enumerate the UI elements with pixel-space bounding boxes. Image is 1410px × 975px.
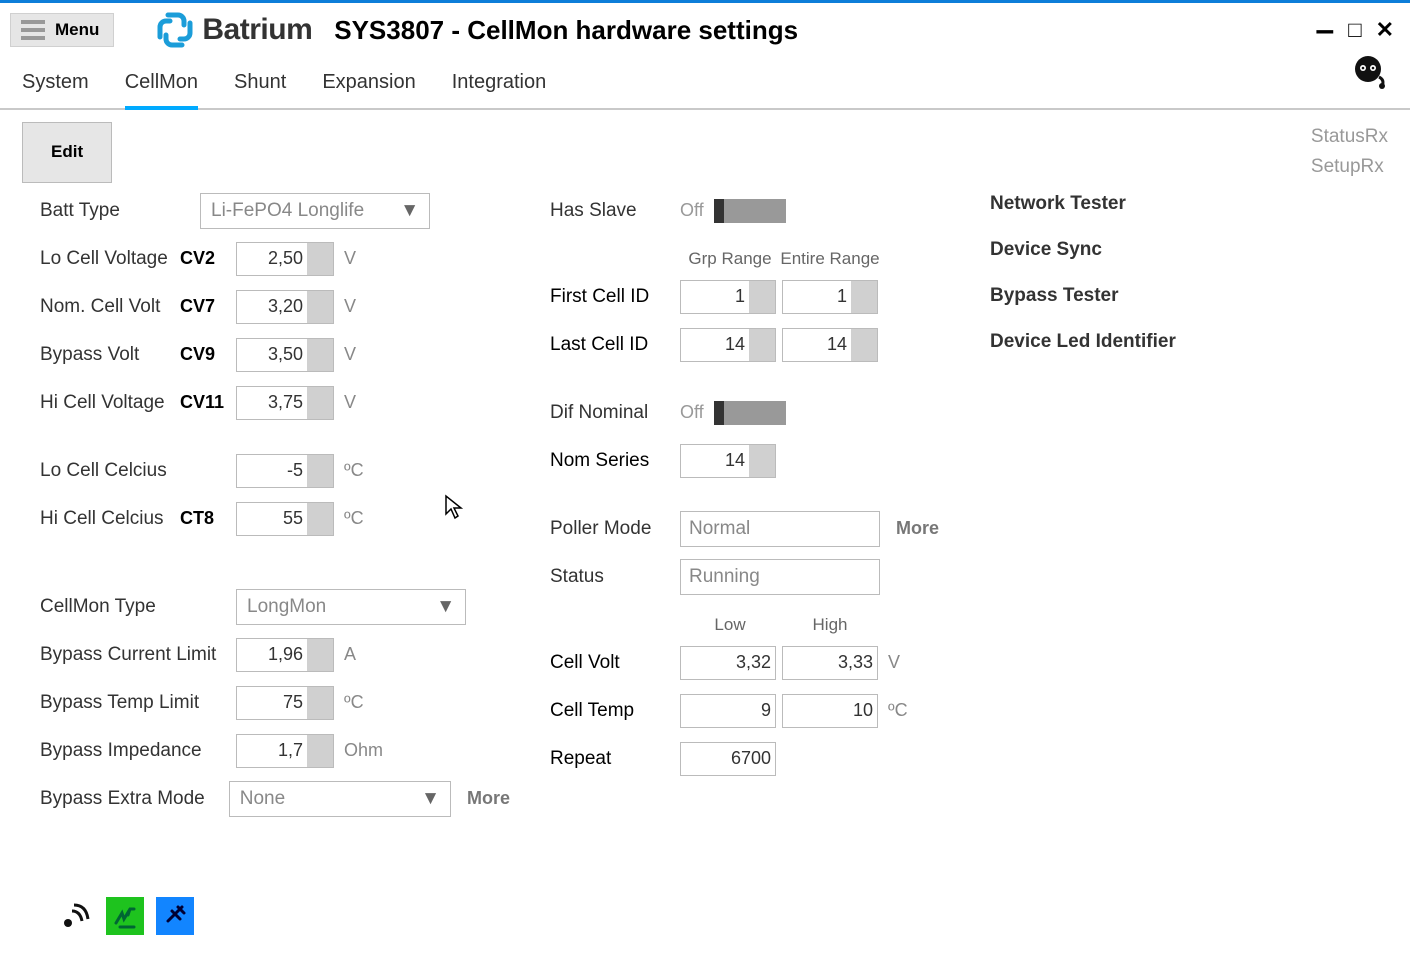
lo-cell-celcius-input[interactable]: -5 <box>236 454 334 488</box>
low-header: Low <box>680 615 780 635</box>
menu-label: Menu <box>55 20 99 40</box>
entire-range-header: Entire Range <box>780 249 880 269</box>
first-cell-id-label: First Cell ID <box>550 286 680 308</box>
status-label: Status <box>550 566 680 588</box>
hi-cell-celcius-code: CT8 <box>180 508 236 529</box>
network-tester-link[interactable]: Network Tester <box>990 193 1290 215</box>
nom-series-label: Nom Series <box>550 450 680 472</box>
poller-mode-label: Poller Mode <box>550 518 680 540</box>
statusrx-link[interactable]: StatusRx <box>1311 122 1388 152</box>
status-bar-icons <box>56 897 194 935</box>
minimize-icon[interactable]: – <box>1315 25 1334 35</box>
tab-expansion[interactable]: Expansion <box>322 71 415 108</box>
last-cell-id-grp-input[interactable]: 14 <box>680 328 776 362</box>
close-icon[interactable]: ✕ <box>1376 17 1394 43</box>
nom-cell-volt-input[interactable]: 3,20 <box>236 290 334 324</box>
tab-system[interactable]: System <box>22 71 89 108</box>
tab-integration[interactable]: Integration <box>452 71 547 108</box>
batt-type-value: Li-FePO4 Longlife <box>211 200 364 222</box>
lo-cell-voltage-label: Lo Cell Voltage <box>40 248 180 270</box>
edit-button[interactable]: Edit <box>22 122 112 183</box>
chevron-down-icon: ▼ <box>421 788 440 810</box>
bypass-impedance-input[interactable]: 1,7 <box>236 734 334 768</box>
cell-temp-low: 9 <box>680 694 776 728</box>
poller-mode-display[interactable]: Normal <box>680 511 880 547</box>
batt-type-dropdown[interactable]: Li-FePO4 Longlife ▼ <box>200 193 430 229</box>
volt-unit: V <box>344 248 356 269</box>
menu-button[interactable]: Menu <box>10 13 114 47</box>
cursor-icon <box>444 494 464 520</box>
brand-logo: Batrium <box>154 9 312 51</box>
bypass-extra-more-link[interactable]: More <box>467 788 510 809</box>
has-slave-toggle[interactable] <box>714 199 786 223</box>
repeat-label: Repeat <box>550 748 680 770</box>
has-slave-off: Off <box>680 200 704 221</box>
hi-cell-voltage-code: CV11 <box>180 392 236 413</box>
page-title: SYS3807 - CellMon hardware settings <box>334 15 798 46</box>
nom-cell-volt-code: CV7 <box>180 296 236 317</box>
bypass-impedance-label: Bypass Impedance <box>40 740 236 762</box>
cellmon-type-dropdown[interactable]: LongMon ▼ <box>236 589 466 625</box>
tab-cellmon[interactable]: CellMon <box>125 71 198 110</box>
maximize-icon[interactable]: □ <box>1348 17 1361 43</box>
setuprx-link[interactable]: SetupRx <box>1311 152 1388 182</box>
repeat-value: 6700 <box>680 742 776 776</box>
has-slave-label: Has Slave <box>550 200 680 222</box>
cellmon-type-label: CellMon Type <box>40 596 236 618</box>
lo-cell-voltage-code: CV2 <box>180 248 236 269</box>
bypass-temp-limit-label: Bypass Temp Limit <box>40 692 236 714</box>
tab-shunt[interactable]: Shunt <box>234 71 286 108</box>
hi-cell-voltage-label: Hi Cell Voltage <box>40 392 180 414</box>
cell-volt-label: Cell Volt <box>550 652 680 674</box>
lo-cell-celcius-label: Lo Cell Celcius <box>40 460 180 482</box>
device-sync-link[interactable]: Device Sync <box>990 239 1290 261</box>
grp-range-header: Grp Range <box>680 249 780 269</box>
hi-cell-celcius-label: Hi Cell Celcius <box>40 508 180 530</box>
dif-nominal-off: Off <box>680 402 704 423</box>
chevron-down-icon: ▼ <box>436 596 455 618</box>
hamburger-icon <box>21 20 45 40</box>
nom-series-input[interactable]: 14 <box>680 444 776 478</box>
network-signal-icon[interactable] <box>56 897 94 935</box>
bypass-extra-mode-label: Bypass Extra Mode <box>40 788 229 810</box>
first-cell-id-grp-input[interactable]: 1 <box>680 280 776 314</box>
first-cell-id-entire-input[interactable]: 1 <box>782 280 878 314</box>
dif-nominal-toggle[interactable] <box>714 401 786 425</box>
chevron-down-icon: ▼ <box>400 200 419 222</box>
poller-more-link[interactable]: More <box>896 518 939 539</box>
brand-text: Batrium <box>202 13 312 47</box>
status-display: Running <box>680 559 880 595</box>
running-status-icon[interactable] <box>106 897 144 935</box>
bypass-extra-mode-dropdown[interactable]: None ▼ <box>229 781 451 817</box>
lo-cell-voltage-input[interactable]: 2,50 <box>236 242 334 276</box>
last-cell-id-entire-input[interactable]: 14 <box>782 328 878 362</box>
last-cell-id-label: Last Cell ID <box>550 334 680 356</box>
hi-cell-voltage-input[interactable]: 3,75 <box>236 386 334 420</box>
support-avatar-icon[interactable] <box>1346 51 1390 101</box>
bypass-tester-link[interactable]: Bypass Tester <box>990 285 1290 307</box>
tab-bar: System CellMon Shunt Expansion Integrati… <box>0 57 1410 110</box>
bypass-current-limit-input[interactable]: 1,96 <box>236 638 334 672</box>
dif-nominal-label: Dif Nominal <box>550 402 680 424</box>
bypass-volt-label: Bypass Volt <box>40 344 180 366</box>
bypass-current-limit-label: Bypass Current Limit <box>40 644 236 666</box>
batt-type-label: Batt Type <box>40 200 200 222</box>
nom-cell-volt-label: Nom. Cell Volt <box>40 296 180 318</box>
hi-cell-celcius-input[interactable]: 55 <box>236 502 334 536</box>
bypass-volt-code: CV9 <box>180 344 236 365</box>
logo-icon <box>154 9 196 51</box>
bypass-volt-input[interactable]: 3,50 <box>236 338 334 372</box>
cell-temp-high: 10 <box>782 694 878 728</box>
cell-volt-low: 3,32 <box>680 646 776 680</box>
cell-volt-high: 3,33 <box>782 646 878 680</box>
cell-temp-label: Cell Temp <box>550 700 680 722</box>
title-bar: Menu Batrium SYS3807 - CellMon hardware … <box>0 3 1410 57</box>
plug-status-icon[interactable] <box>156 897 194 935</box>
device-led-identifier-link[interactable]: Device Led Identifier <box>990 331 1290 353</box>
bypass-temp-limit-input[interactable]: 75 <box>236 686 334 720</box>
high-header: High <box>780 615 880 635</box>
